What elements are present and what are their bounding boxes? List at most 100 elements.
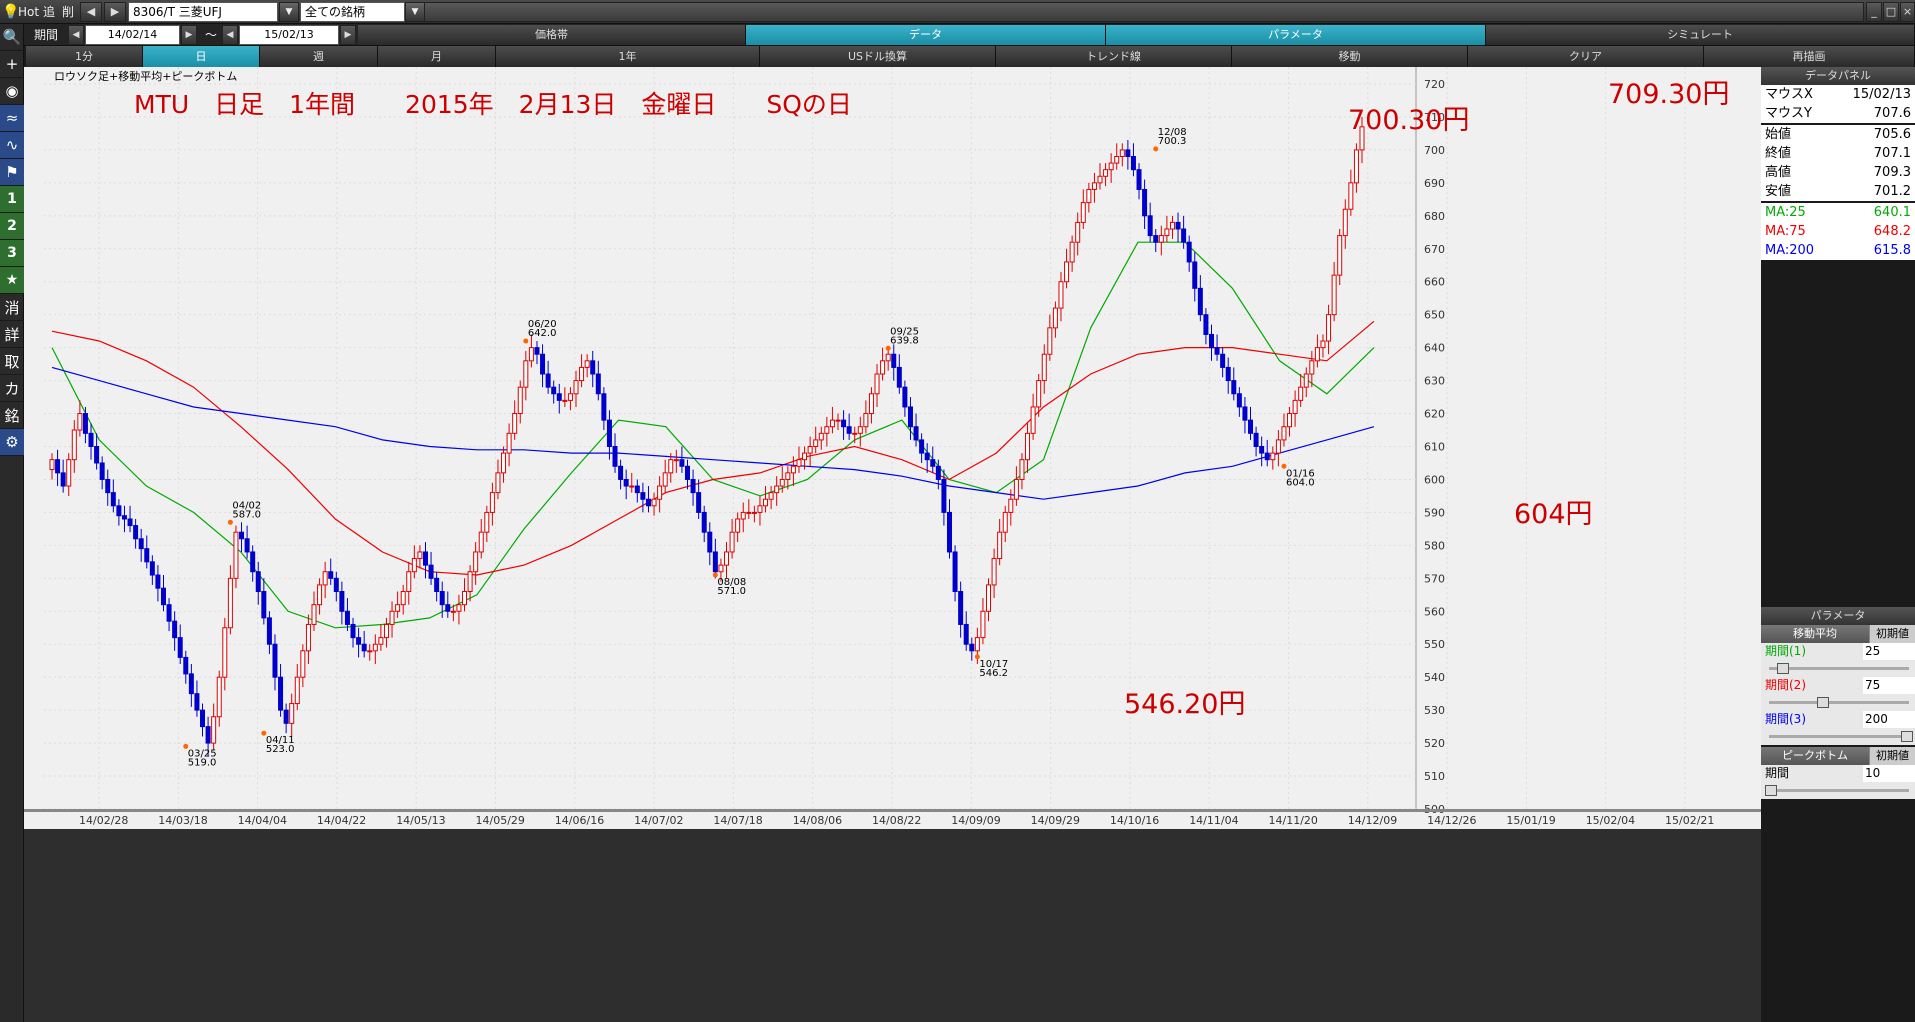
candle-down — [540, 353, 546, 375]
hot-button[interactable]: Hot — [18, 2, 39, 22]
camera-icon[interactable]: ◉ — [0, 78, 24, 105]
candle-up — [1058, 281, 1064, 309]
candle-up — [1320, 340, 1326, 349]
tab-data[interactable]: データ — [746, 25, 1106, 45]
candle-down — [896, 366, 902, 388]
candle-up — [1342, 208, 1348, 237]
candle-up — [807, 446, 813, 454]
ma-period2-slider[interactable] — [1761, 694, 1915, 711]
trend-icon[interactable]: ∿ — [0, 132, 24, 159]
candle-up — [1002, 511, 1008, 533]
period-from-next[interactable]: ▶ — [181, 25, 197, 45]
tab-move[interactable]: 移動 — [1232, 46, 1468, 67]
candle-up — [863, 413, 869, 428]
candle-down — [333, 577, 339, 592]
maximize-button[interactable]: □ — [1883, 2, 1899, 22]
tab-daily[interactable]: 日 — [143, 46, 260, 67]
prev-symbol-button[interactable]: ◀ — [80, 2, 102, 22]
flag-icon[interactable]: ⚑ — [0, 159, 24, 186]
bulb-icon[interactable]: 💡 — [2, 2, 19, 22]
period-to-prev[interactable]: ◀ — [222, 25, 238, 45]
symbol-dropdown-icon[interactable]: ▼ — [279, 2, 299, 22]
x-tick-label: 14/12/26 — [1427, 814, 1476, 827]
candle-down — [1197, 287, 1203, 316]
tab-simulate[interactable]: シミュレート — [1486, 25, 1915, 45]
tab-monthly[interactable]: 月 — [378, 46, 496, 67]
preset-1-button[interactable]: 1 — [0, 186, 24, 213]
pb-period-input[interactable]: 10 — [1863, 765, 1915, 782]
candle-up — [1119, 149, 1125, 157]
category-select[interactable]: 全ての銘柄 — [300, 2, 405, 22]
candle-up — [456, 604, 462, 612]
chart-area[interactable]: 5005105205305405505605705805906006106206… — [24, 67, 1761, 1022]
tab-weekly[interactable]: 週 — [260, 46, 378, 67]
tab-clear[interactable]: クリア — [1468, 46, 1704, 67]
period-to-next[interactable]: ▶ — [340, 25, 356, 45]
candle-up — [818, 432, 824, 441]
tab-1min[interactable]: 1分 — [26, 46, 143, 67]
pb-reset-button[interactable]: 初期値 — [1869, 747, 1915, 765]
candle-down — [1225, 366, 1231, 382]
erase-button[interactable]: 消 — [0, 294, 24, 321]
ma-period1-input[interactable]: 25 — [1863, 643, 1915, 660]
candle-down — [846, 426, 852, 434]
candle-up — [66, 459, 72, 487]
tab-price-band[interactable]: 価格帯 — [358, 25, 746, 45]
tab-trendline[interactable]: トレンド線 — [996, 46, 1232, 67]
minimize-button[interactable]: _ — [1866, 2, 1882, 22]
preset-2-button[interactable]: 2 — [0, 213, 24, 240]
candle-up — [77, 413, 83, 431]
next-symbol-button[interactable]: ▶ — [104, 2, 126, 22]
search-icon[interactable]: 🔍 — [0, 24, 24, 51]
candle-up — [489, 492, 495, 513]
ma-period3-slider[interactable] — [1761, 728, 1915, 745]
crosshair-icon[interactable]: + — [0, 51, 24, 78]
ma-reset-button[interactable]: 初期値 — [1869, 625, 1915, 643]
tab-parameter[interactable]: パラメータ — [1106, 25, 1486, 45]
tab-1year[interactable]: 1年 — [496, 46, 760, 67]
trade-button[interactable]: 取 — [0, 348, 24, 375]
period-to-input[interactable]: 15/02/13 — [239, 25, 339, 45]
annotation-high1: 700.30円 — [1348, 105, 1470, 136]
line-chart-icon[interactable]: ≈ — [0, 105, 24, 132]
stock-button[interactable]: 銘 — [0, 402, 24, 429]
detail-button[interactable]: 詳 — [0, 321, 24, 348]
candle-down — [160, 587, 166, 606]
candle-up — [802, 452, 808, 461]
star-button[interactable]: ★ — [0, 267, 24, 294]
pb-period-slider[interactable] — [1761, 782, 1915, 799]
peak-bottom-marker — [1153, 146, 1159, 152]
ma-period3-input[interactable]: 200 — [1863, 711, 1915, 728]
candle-up — [512, 413, 518, 434]
delete-button[interactable]: 削 — [62, 2, 74, 22]
candle-down — [1248, 419, 1254, 434]
candle-up — [1303, 373, 1309, 388]
period-from-input[interactable]: 14/02/14 — [85, 25, 180, 45]
candle-down — [445, 604, 451, 612]
period-from-prev[interactable]: ◀ — [68, 25, 84, 45]
gear-icon[interactable]: ⚙ — [0, 429, 24, 456]
candle-up — [1158, 235, 1164, 243]
calendar-button[interactable]: カ — [0, 375, 24, 402]
preset-3-button[interactable]: 3 — [0, 240, 24, 267]
ma-period1-slider[interactable] — [1761, 660, 1915, 677]
candle-up — [211, 716, 217, 744]
add-button[interactable]: 追 — [43, 2, 55, 22]
candle-up — [785, 472, 791, 480]
candle-down — [1175, 221, 1181, 230]
candle-down — [1130, 156, 1136, 171]
candle-up — [885, 353, 891, 362]
close-button[interactable]: × — [1900, 2, 1915, 22]
candle-up — [829, 419, 835, 428]
tab-usd[interactable]: USドル換算 — [760, 46, 996, 67]
ma-period2-input[interactable]: 75 — [1863, 677, 1915, 694]
x-tick-label: 14/09/09 — [951, 814, 1000, 827]
category-dropdown-icon[interactable]: ▼ — [405, 2, 425, 22]
tab-redraw[interactable]: 再描画 — [1704, 46, 1915, 67]
candle-down — [1203, 314, 1209, 335]
candle-up — [450, 610, 456, 613]
symbol-input[interactable]: 8306/T 三菱UFJ — [128, 2, 278, 22]
candle-down — [155, 574, 161, 589]
y-tick-label: 690 — [1424, 177, 1445, 190]
candle-up — [216, 676, 222, 718]
